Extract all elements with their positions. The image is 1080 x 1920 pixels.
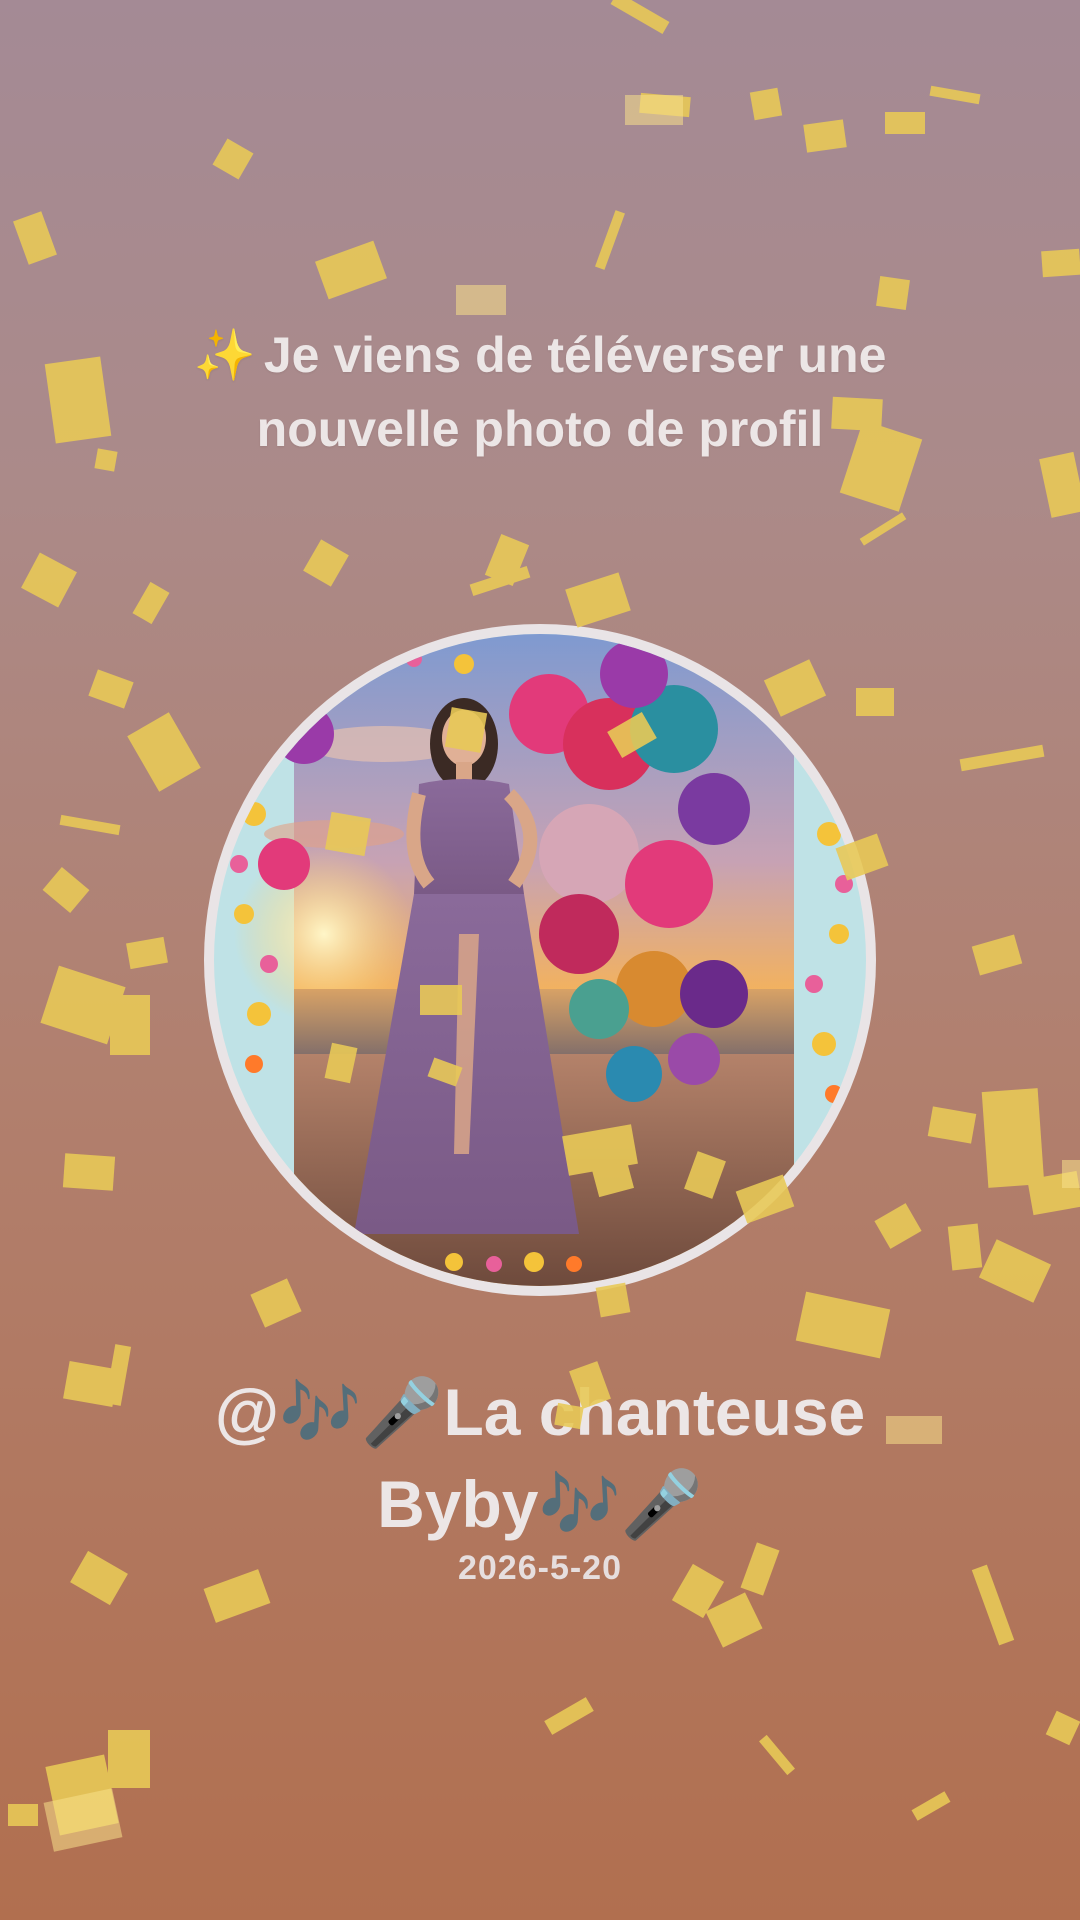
profile-photo-illustration xyxy=(214,634,866,1286)
announcement-text: ✨ Je viens de téléverser une nouvelle pho… xyxy=(140,318,940,466)
sparkle-icon: ✨ xyxy=(193,327,256,383)
username[interactable]: @🎶🎤La chanteuse Byby🎶🎤 xyxy=(140,1366,940,1550)
upload-date: 2026-5-20 xyxy=(457,1549,622,1587)
profile-photo[interactable] xyxy=(214,634,866,1286)
announcement-message: Je viens de téléverser une nouvelle phot… xyxy=(256,327,887,457)
